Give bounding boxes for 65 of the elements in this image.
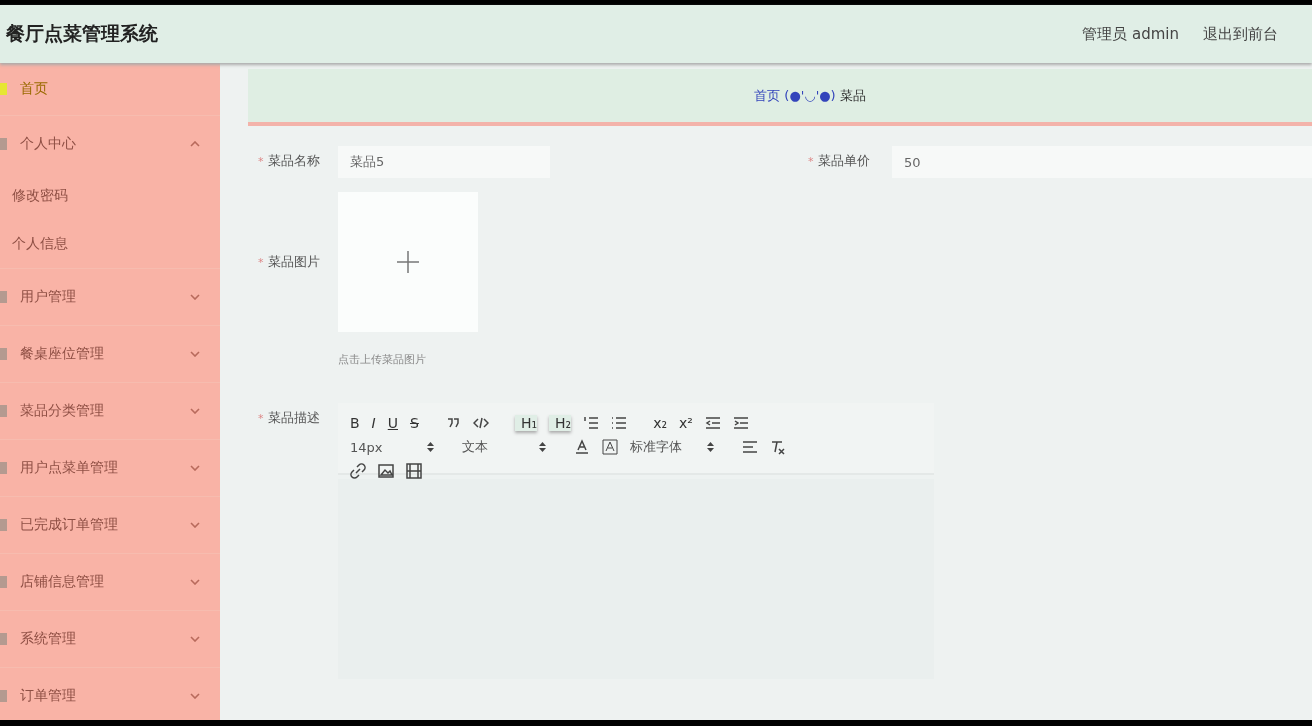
background-icon[interactable]	[602, 439, 618, 455]
menu-item[interactable]: 系统管理	[0, 610, 220, 667]
updown-icon	[707, 442, 714, 452]
required-mark: *	[258, 155, 264, 168]
ordered-icon[interactable]	[583, 415, 600, 431]
menu-item[interactable]: 已完成订单管理	[0, 496, 220, 553]
updown-icon	[539, 442, 546, 452]
name-field[interactable]: 菜品5	[338, 146, 550, 178]
menu-item[interactable]: 用户点菜单管理	[0, 439, 220, 496]
toolbar-select[interactable]: 标准字体	[630, 438, 714, 456]
toolbar-select[interactable]: 14px	[350, 439, 434, 455]
price-field[interactable]: 50	[892, 146, 1312, 178]
menu-item[interactable]: 餐桌座位管理	[0, 325, 220, 382]
menu-icon	[0, 138, 7, 150]
bullet-icon[interactable]	[611, 415, 628, 431]
menu-item[interactable]: 订单管理	[0, 667, 220, 720]
toolbar-select[interactable]: 文本	[462, 438, 546, 456]
breadcrumb-link[interactable]: 首页	[754, 86, 781, 105]
label-text: 菜品单价	[817, 153, 870, 168]
toolbar-button[interactable]: B	[350, 415, 360, 431]
toolbar-button[interactable]: H₂	[549, 415, 572, 431]
toolbar-button[interactable]: x₂	[653, 415, 668, 431]
outdent-icon[interactable]	[705, 415, 721, 431]
label-text: 菜品名称	[267, 153, 320, 168]
plus-icon	[396, 250, 420, 274]
menu-icon	[0, 519, 7, 531]
required-mark: *	[258, 256, 264, 269]
header-link[interactable]: 退出到前台	[1203, 24, 1278, 44]
clean-icon[interactable]	[770, 439, 786, 455]
menu-icon	[0, 633, 7, 645]
required-mark: *	[808, 155, 814, 168]
breadcrumb-current: 菜品	[839, 86, 866, 105]
toolbar-button[interactable]: H₁	[514, 415, 538, 431]
video-icon[interactable]	[406, 463, 422, 479]
submenu-item[interactable]: 修改密码	[0, 172, 220, 220]
menu-item[interactable]: 用户管理	[0, 268, 220, 325]
label-text: 菜品图片	[267, 254, 320, 269]
submenu-item[interactable]: 个人信息	[0, 220, 220, 268]
toolbar-button[interactable]: x²	[679, 415, 693, 431]
align-icon[interactable]	[742, 439, 758, 455]
label-text: 菜品描述	[267, 410, 320, 425]
header-link[interactable]: 管理员 admin	[1082, 24, 1179, 44]
toolbar-button[interactable]: I	[371, 415, 376, 431]
menu-icon	[0, 405, 7, 417]
image-icon[interactable]	[378, 463, 394, 479]
upload-hint: 点击上传菜品图片	[338, 352, 427, 367]
link-icon[interactable]	[350, 463, 366, 479]
updown-icon	[427, 442, 434, 452]
color-icon[interactable]	[574, 439, 590, 455]
indent-icon[interactable]	[733, 415, 749, 431]
menu-icon	[0, 462, 7, 474]
menu-icon	[0, 576, 7, 588]
toolbar-button[interactable]: S	[410, 415, 419, 431]
menu-icon	[0, 83, 7, 95]
menu-item[interactable]: 菜品分类管理	[0, 382, 220, 439]
toolbar-button[interactable]: U	[387, 415, 398, 431]
app-title: 餐厅点菜管理系统	[6, 21, 158, 46]
menu-icon	[0, 690, 7, 702]
menu-item[interactable]: 店铺信息管理	[0, 553, 220, 610]
menu-icon	[0, 348, 7, 360]
breadcrumb-separator: (●'◡'●)	[784, 88, 836, 103]
menu-icon	[0, 291, 7, 303]
menu-item[interactable]: 个人中心	[0, 115, 220, 172]
code-icon[interactable]	[472, 415, 489, 431]
required-mark: *	[258, 412, 264, 425]
